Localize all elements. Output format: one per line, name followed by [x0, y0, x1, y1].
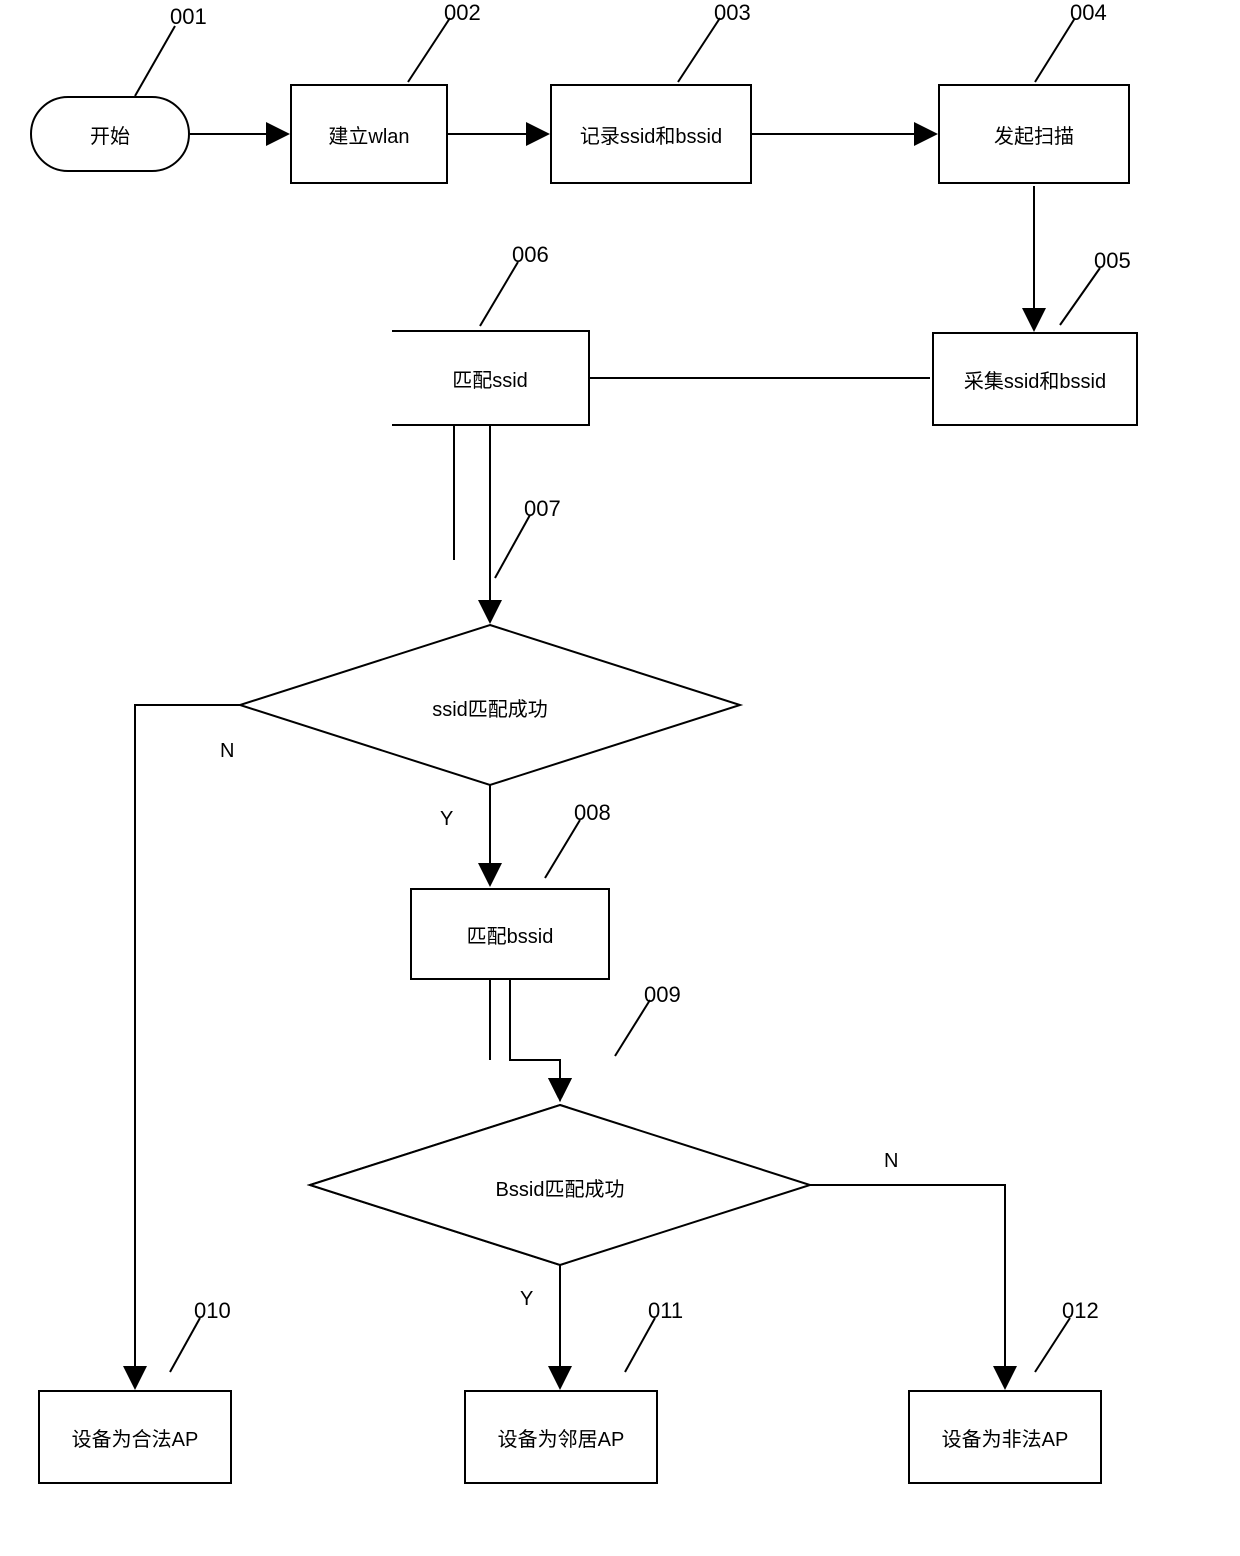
process-label: 匹配bssid [467, 920, 554, 949]
decision-label: Bssid匹配成功 [310, 1173, 810, 1202]
decision-ssid-match: ssid匹配成功 [240, 625, 740, 785]
id-004: 004 [1070, 0, 1107, 26]
id-006: 006 [512, 242, 549, 268]
process-label: 采集ssid和bssid [964, 365, 1106, 394]
flowchart-canvas: 开始 建立wlan 记录ssid和bssid 发起扫描 采集ssid和bssid… [0, 0, 1240, 1556]
result-label: 设备为邻居AP [498, 1423, 625, 1452]
process-start-scan: 发起扫描 [938, 84, 1130, 184]
edge-y1: Y [440, 808, 453, 831]
result-illegal-ap: 设备为非法AP [908, 1390, 1102, 1484]
id-007: 007 [524, 496, 561, 522]
id-005: 005 [1094, 248, 1131, 274]
id-003: 003 [714, 0, 751, 26]
id-001: 001 [170, 4, 207, 30]
process-build-wlan: 建立wlan [290, 84, 448, 184]
process-match-ssid-fixed: 匹配ssid [390, 330, 590, 426]
id-010: 010 [194, 1298, 231, 1324]
process-collect-ssid-bssid: 采集ssid和bssid [932, 332, 1138, 426]
result-legit-ap: 设备为合法AP [38, 1390, 232, 1484]
start-node: 开始 [30, 96, 190, 172]
decision-bssid-match: Bssid匹配成功 [310, 1105, 810, 1265]
cleanup-patch [352, 328, 392, 428]
edge-y2: Y [520, 1288, 533, 1311]
id-012: 012 [1062, 1298, 1099, 1324]
decision-label: ssid匹配成功 [240, 693, 740, 722]
process-record-ssid-bssid: 记录ssid和bssid [550, 84, 752, 184]
process-label: 匹配ssid [452, 364, 528, 393]
result-label: 设备为非法AP [942, 1423, 1069, 1452]
process-label: 记录ssid和bssid [580, 120, 722, 149]
result-neighbor-ap: 设备为邻居AP [464, 1390, 658, 1484]
edge-n2: N [884, 1150, 898, 1173]
id-002: 002 [444, 0, 481, 26]
id-011: 011 [648, 1298, 683, 1324]
result-label: 设备为合法AP [72, 1423, 199, 1452]
id-008: 008 [574, 800, 611, 826]
process-match-bssid: 匹配bssid [410, 888, 610, 980]
id-009: 009 [644, 982, 681, 1008]
process-label: 建立wlan [328, 120, 409, 149]
edge-n1: N [220, 740, 234, 763]
start-label: 开始 [90, 120, 130, 149]
process-label: 发起扫描 [994, 120, 1074, 149]
